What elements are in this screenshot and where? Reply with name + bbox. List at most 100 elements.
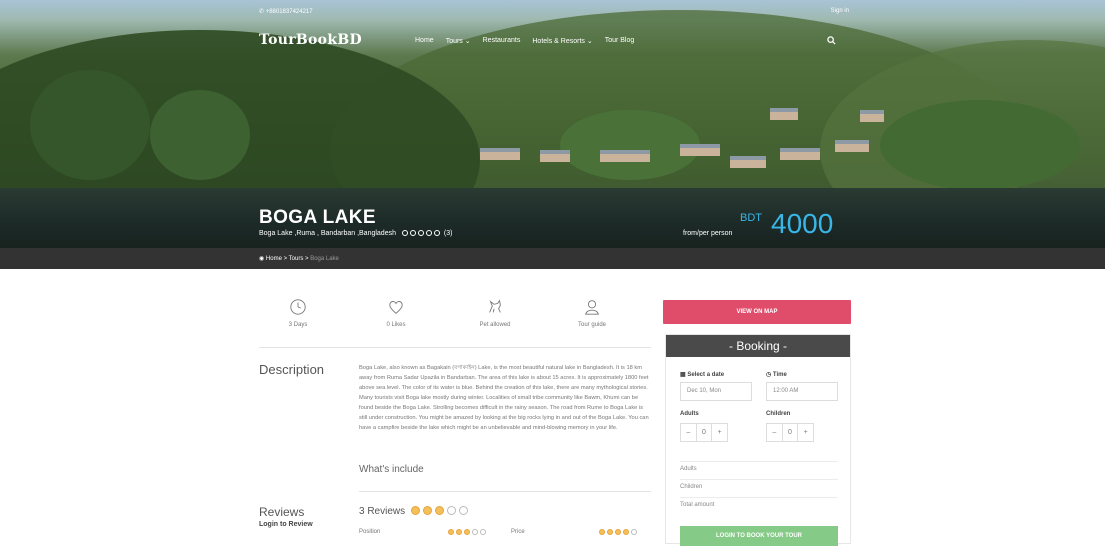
hero-lake (0, 188, 1105, 248)
feature-label: 3 Days (288, 322, 308, 328)
adults-stepper[interactable]: – 0 + (680, 423, 728, 442)
rating-smile-icon (599, 529, 605, 535)
date-input[interactable]: Dec 10, Mon (680, 382, 752, 401)
heart-icon (389, 301, 403, 314)
rating-smile-icon (434, 506, 444, 515)
breadcrumb-current: Boga Lake (310, 256, 339, 262)
hero-tree (560, 110, 700, 180)
plus-icon[interactable]: + (712, 424, 727, 441)
description-title: Description (259, 362, 325, 377)
minus-icon[interactable]: – (681, 424, 697, 441)
rating-row-price-icons (597, 529, 637, 536)
breadcrumb-home[interactable]: Home (266, 256, 282, 262)
summary-adults: Adults (680, 461, 838, 475)
rating-icon (417, 230, 424, 236)
rating-count: (3) (443, 230, 453, 237)
description-text: Boga Lake, also known as Bagakain (বগাকা… (359, 365, 649, 431)
divider (359, 491, 651, 492)
price-per-label: from/per person (683, 230, 733, 237)
time-input[interactable]: 12:00 AM (766, 382, 838, 401)
search-icon[interactable] (827, 36, 836, 47)
children-value: 0 (783, 424, 799, 441)
breadcrumb-tours[interactable]: Tours (289, 256, 304, 262)
topbar: ✆ +8801837424217 Sign in (259, 8, 849, 20)
guide-icon (585, 300, 599, 315)
hero-tree (30, 70, 150, 180)
site-logo[interactable]: TourBookBD (259, 32, 362, 48)
hero-house (480, 148, 520, 160)
nav-item-blog[interactable]: Tour Blog (605, 37, 635, 45)
rating-row-price: Price (511, 529, 525, 535)
rating-smile-icon (422, 506, 432, 515)
rating-smile-icon (410, 506, 420, 515)
rating-smile-icon (448, 529, 454, 535)
price-amount: 4000 (771, 208, 834, 239)
select-date-text: Select a date (687, 372, 725, 378)
booking-panel: - Booking - ▦ Select a date ◷ Time Dec 1… (665, 334, 851, 546)
rating-smile-icon (480, 529, 486, 535)
children-stepper[interactable]: – 0 + (766, 423, 814, 442)
hero-house (860, 110, 884, 122)
time-text: Time (772, 372, 787, 378)
price-block: from/per person BDT 4000 (683, 206, 853, 246)
select-date-label: ▦ Select a date (680, 371, 724, 378)
reviews-summary: 3 Reviews (359, 506, 468, 517)
rating-smile-icon (456, 529, 462, 535)
rating-row-position-icons (446, 529, 486, 536)
feature-likes[interactable]: 0 Likes (356, 298, 436, 328)
nav-item-home[interactable]: Home (415, 37, 434, 45)
login-to-book-button[interactable]: LOGIN TO BOOK YOUR TOUR (680, 526, 838, 546)
rating-smile-icon (631, 529, 637, 535)
feature-label: Tour guide (577, 322, 607, 328)
rating-label: Price (511, 529, 525, 535)
login-to-review-link[interactable]: Login to Review (259, 521, 313, 528)
rating-label: Position (359, 529, 381, 535)
tour-features: 3 Days 0 Likes Pet allowed Tour guide (259, 298, 649, 338)
rating-smile-icon (615, 529, 621, 535)
hero-banner: ✆ +8801837424217 Sign in TourBookBD Home… (0, 0, 1105, 248)
clock-icon (290, 299, 306, 315)
hero-house (835, 140, 869, 152)
rating-icon (401, 230, 408, 236)
tour-title-block: BOGA LAKE Boga Lake ,Ruma , Bandarban ,B… (259, 207, 452, 237)
plus-icon[interactable]: + (798, 424, 813, 441)
nav-item-tours[interactable]: Tours ⌄ (446, 37, 471, 45)
rating-row-position: Position (359, 529, 380, 535)
booking-title: - Booking - (666, 335, 850, 357)
main-nav: TourBookBD Home Tours ⌄ Restaurants Hote… (259, 32, 849, 52)
whats-include-title: What's include (359, 464, 424, 475)
price-currency: BDT (740, 212, 762, 224)
reviews-count: 3 Reviews (359, 506, 406, 517)
breadcrumb: ◉ Home > Tours > Boga Lake (0, 248, 1105, 269)
hero-house (730, 156, 766, 168)
feature-duration: 3 Days (258, 298, 338, 328)
rating-smile-icon (458, 506, 468, 515)
feature-guide: Tour guide (552, 298, 632, 328)
rating-smile-icon (623, 529, 629, 535)
hero-house (540, 150, 570, 162)
hero-house (680, 144, 720, 156)
feature-pet: Pet allowed (455, 298, 535, 328)
adults-label: Adults (680, 411, 699, 417)
rating-smile-icon (607, 529, 613, 535)
hero-house (600, 150, 650, 162)
location-text: Boga Lake ,Ruma , Bandarban ,Bangladesh (259, 230, 396, 237)
rating-icon (433, 230, 440, 236)
nav-item-restaurants[interactable]: Restaurants (483, 37, 521, 45)
rating-icon (409, 230, 416, 236)
feature-label: Pet allowed (479, 322, 511, 328)
minus-icon[interactable]: – (767, 424, 783, 441)
view-on-map-button[interactable]: VIEW ON MAP (663, 300, 851, 324)
rating-smile-icon (464, 529, 470, 535)
home-icon: ◉ (259, 256, 265, 262)
clock-icon: ◷ (766, 372, 772, 378)
calendar-icon: ▦ (680, 372, 686, 378)
tour-location: Boga Lake ,Ruma , Bandarban ,Bangladesh … (259, 230, 452, 237)
hero-tree (150, 90, 250, 180)
children-label: Children (766, 411, 791, 417)
phone-number[interactable]: ✆ +8801837424217 (259, 8, 313, 15)
pet-icon (489, 299, 501, 313)
summary-total: Total amount (680, 497, 838, 511)
nav-item-hotels[interactable]: Hotels & Resorts ⌄ (532, 37, 592, 45)
signin-link[interactable]: Sign in (831, 8, 849, 14)
